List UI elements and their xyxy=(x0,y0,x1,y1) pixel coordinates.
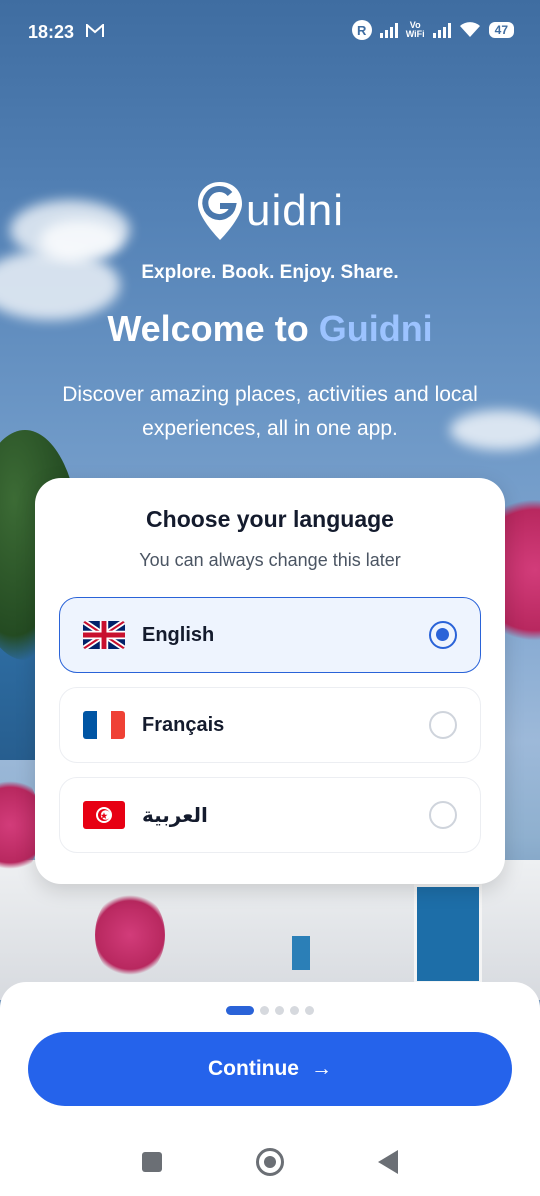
page-dot xyxy=(290,1006,299,1015)
signal-icon-2 xyxy=(432,22,451,38)
bougainvillea xyxy=(95,890,165,980)
tunisia-flag-icon xyxy=(83,801,125,829)
radio-unselected[interactable] xyxy=(429,801,457,829)
language-label: العربية xyxy=(142,804,208,827)
wifi-icon xyxy=(459,22,480,37)
card-subtitle: You can always change this later xyxy=(139,550,401,570)
welcome-heading: Welcome to Guidni xyxy=(107,308,433,349)
continue-label: Continue xyxy=(208,1057,299,1080)
language-card: Choose your language You can always chan… xyxy=(35,478,505,884)
continue-button[interactable]: Continue → xyxy=(28,1032,512,1106)
battery-icon: 47 xyxy=(488,22,514,38)
tagline: Explore. Book. Enjoy. Share. xyxy=(141,262,399,283)
status-icons: R Vo WiFi 47 xyxy=(351,20,514,40)
roaming-icon: R xyxy=(351,20,372,40)
blue-window xyxy=(292,936,310,970)
france-flag-icon xyxy=(83,711,125,739)
language-label: English xyxy=(142,623,215,646)
page-dot xyxy=(275,1006,284,1015)
bottom-sheet: Continue → xyxy=(0,982,540,1196)
page-dot xyxy=(305,1006,314,1015)
arrow-right-icon: → xyxy=(310,1057,332,1080)
radio-selected[interactable] xyxy=(429,621,457,649)
card-title: Choose your language xyxy=(146,506,394,532)
welcome-brand: Guidni xyxy=(318,308,433,349)
status-bar: 18:23 R Vo WiFi 47 xyxy=(0,0,540,64)
language-option-english[interactable]: English xyxy=(59,597,481,673)
guidni-logo: uidni xyxy=(196,180,344,242)
status-time: 18:23 xyxy=(28,22,75,42)
welcome-description: Discover amazing places, activities and … xyxy=(62,383,478,440)
radio-unselected[interactable] xyxy=(429,711,457,739)
gmail-icon xyxy=(86,22,104,43)
cloud xyxy=(40,220,120,260)
page-indicator xyxy=(0,1006,540,1015)
location-pin-icon xyxy=(198,182,242,240)
home-button[interactable] xyxy=(256,1148,284,1176)
system-nav-bar xyxy=(0,1146,540,1186)
language-option-french[interactable]: Français xyxy=(59,687,481,763)
page-dot-active xyxy=(226,1006,254,1015)
page-dot xyxy=(260,1006,269,1015)
language-option-arabic[interactable]: العربية xyxy=(59,777,481,853)
recents-button[interactable] xyxy=(142,1152,162,1172)
uk-flag-icon xyxy=(83,621,125,649)
back-button[interactable] xyxy=(378,1150,398,1174)
logo-text: uidni xyxy=(246,186,344,235)
language-label: Français xyxy=(142,713,225,736)
signal-icon xyxy=(379,22,398,38)
vowifi-icon: Vo WiFi xyxy=(405,20,425,39)
battery-level: 47 xyxy=(494,23,508,37)
blue-door xyxy=(414,884,482,984)
